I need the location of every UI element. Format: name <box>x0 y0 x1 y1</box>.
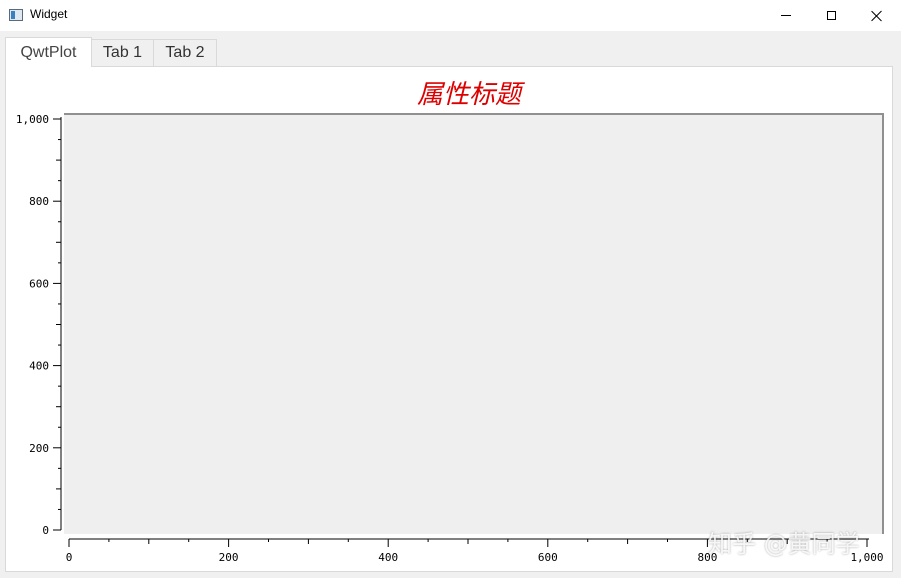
x-tick-label: 400 <box>378 551 398 564</box>
x-tick-label: 0 <box>66 551 73 564</box>
y-tick-label: 600 <box>29 277 49 290</box>
x-tick-label: 600 <box>538 551 558 564</box>
x-tick-label: 200 <box>219 551 239 564</box>
y-tick-label: 800 <box>29 195 49 208</box>
y-tick-label: 400 <box>29 360 49 373</box>
y-tick-label: 1,000 <box>16 113 49 126</box>
y-tick-label: 200 <box>29 442 49 455</box>
plot-axes: 0 200 400 600 800 1,00002004006008001,000 <box>16 113 884 564</box>
watermark: 知乎 @黄同学 <box>708 530 860 558</box>
y-tick-label: 0 <box>42 524 49 537</box>
